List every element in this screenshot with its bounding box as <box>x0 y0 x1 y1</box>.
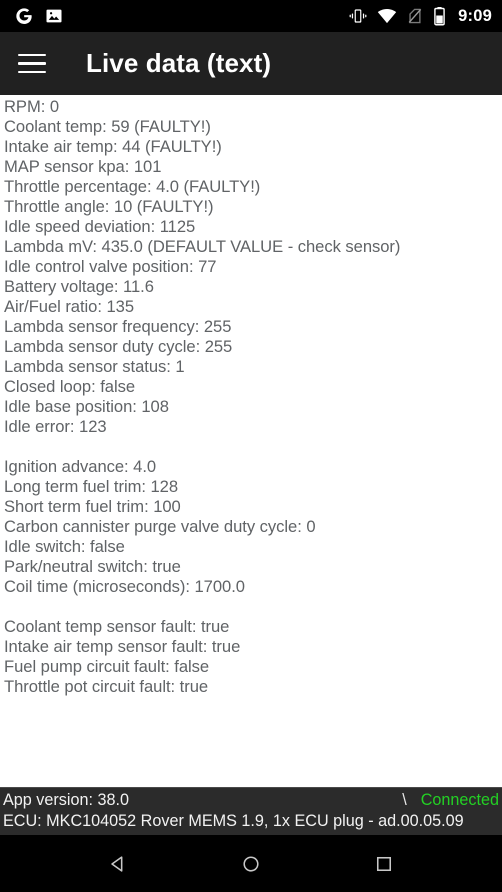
ecu-info-label: ECU: MKC104052 Rover MEMS 1.9, 1x ECU pl… <box>3 812 464 830</box>
data-line: Coil time (microseconds): 1700.0 <box>4 577 245 596</box>
data-line-blank <box>4 437 502 457</box>
data-line-blank <box>4 597 502 617</box>
data-line: Lambda sensor status: 1 <box>4 357 185 376</box>
nav-recents-icon[interactable] <box>361 841 407 887</box>
live-data-text-view[interactable]: RPM: 0 Coolant temp: 59 (FAULTY!) Intake a… <box>0 95 502 787</box>
connection-status-badge: Connected <box>420 791 499 809</box>
data-line: Coolant temp sensor fault: true <box>4 617 230 636</box>
data-line: Lambda sensor frequency: 255 <box>4 317 232 336</box>
hamburger-bar-1 <box>18 53 46 57</box>
app-toolbar: Live data (text) <box>0 32 502 95</box>
data-line: Lambda sensor duty cycle: 255 <box>4 337 233 356</box>
data-line: Throttle angle: 10 (FAULTY!) <box>4 197 214 216</box>
status-panel-row-top: App version: 38.0 \ Connected <box>3 790 500 811</box>
data-line: Intake air temp sensor fault: true <box>4 637 241 656</box>
data-line: Idle speed deviation: 1125 <box>4 217 196 236</box>
connection-status-panel: App version: 38.0 \ Connected ECU: MKC10… <box>0 787 502 835</box>
status-bar-clock: 9:09 <box>458 6 492 25</box>
data-line: Carbon cannister purge valve duty cycle:… <box>4 517 316 536</box>
hamburger-bar-3 <box>18 70 46 74</box>
wifi-icon <box>377 6 397 26</box>
data-line: Idle switch: false <box>4 537 125 556</box>
nav-back-icon[interactable] <box>95 841 141 887</box>
data-line: Idle base position: 108 <box>4 397 169 416</box>
live-data-lines: RPM: 0 Coolant temp: 59 (FAULTY!) Intake a… <box>4 97 502 697</box>
battery-icon <box>433 6 446 26</box>
google-icon <box>14 6 34 26</box>
no-sim-icon <box>406 7 424 25</box>
data-line: Battery voltage: 11.6 <box>4 277 154 296</box>
data-line: Throttle percentage: 4.0 (FAULTY!) <box>4 177 261 196</box>
hamburger-bar-2 <box>18 62 46 65</box>
data-line: Idle error: 123 <box>4 417 107 436</box>
data-line: Idle control valve position: 77 <box>4 257 217 276</box>
status-bar-notification-icons <box>14 6 63 26</box>
data-line: Park/neutral switch: true <box>4 557 181 576</box>
android-navigation-bar <box>0 835 502 892</box>
data-line: MAP sensor kpa: 101 <box>4 157 162 176</box>
app-version-label: App version: 38.0 <box>3 791 129 809</box>
system-status-bar: 9:09 <box>0 0 502 32</box>
photo-icon <box>45 7 63 25</box>
data-line: Intake air temp: 44 (FAULTY!) <box>4 137 222 156</box>
data-line: Throttle pot circuit fault: true <box>4 677 209 696</box>
hamburger-menu-icon[interactable] <box>18 47 52 81</box>
data-line: Ignition advance: 4.0 <box>4 457 157 476</box>
data-line: Coolant temp: 59 (FAULTY!) <box>4 117 211 136</box>
data-line: RPM: 0 <box>4 97 60 116</box>
nav-home-icon[interactable] <box>228 841 274 887</box>
page-title: Live data (text) <box>86 48 272 78</box>
vibrate-icon <box>348 6 368 26</box>
app-root: 9:09 Live data (text) RPM: 0 Coolant temp… <box>0 0 502 892</box>
data-line: Short term fuel trim: 100 <box>4 497 181 516</box>
activity-spinner: \ <box>402 791 407 809</box>
data-line: Long term fuel trim: 128 <box>4 477 179 496</box>
data-line: Air/Fuel ratio: 135 <box>4 297 135 316</box>
data-line: Fuel pump circuit fault: false <box>4 657 210 676</box>
data-line: Closed loop: false <box>4 377 136 396</box>
status-bar-system-icons: 9:09 <box>348 6 492 26</box>
data-line: Lambda mV: 435.0 (DEFAULT VALUE - check … <box>4 237 401 256</box>
